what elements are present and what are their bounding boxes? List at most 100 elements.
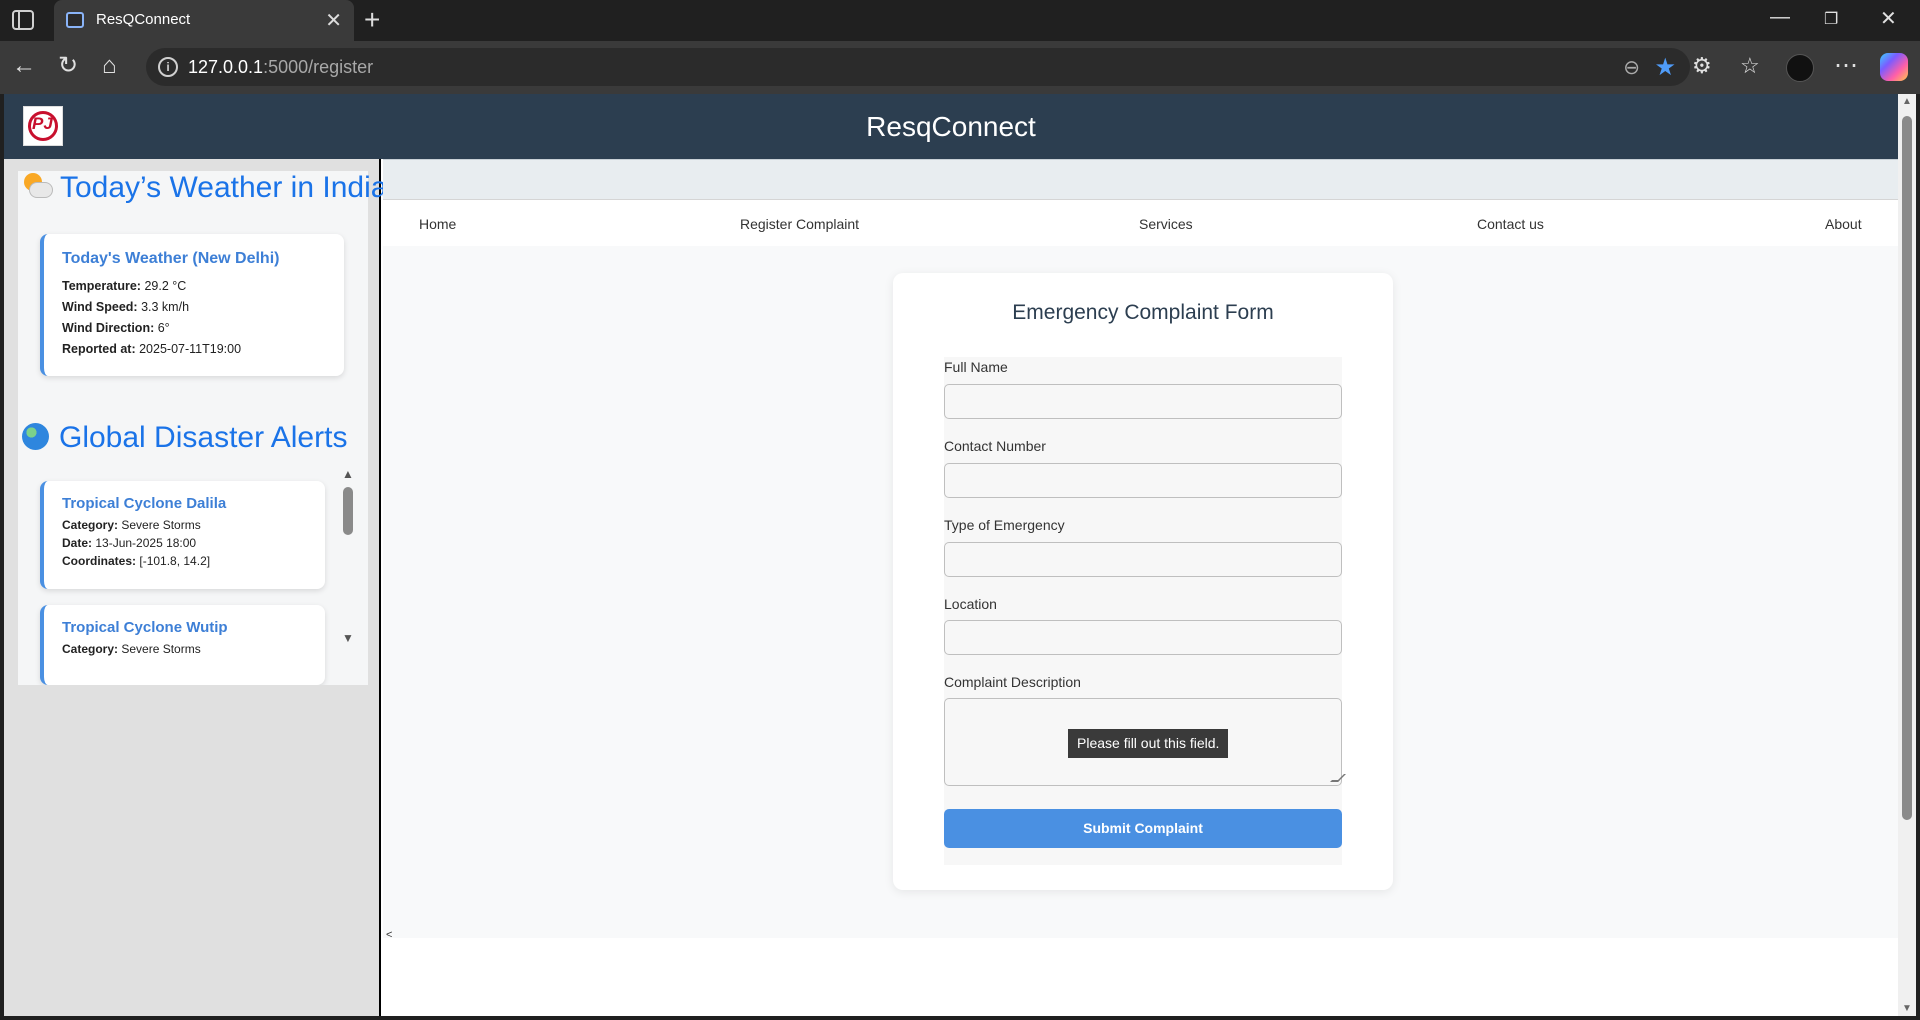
restore-icon[interactable]: ❐ (1824, 9, 1838, 29)
page-scroll-thumb[interactable] (1902, 116, 1912, 820)
alert-coordinates: Coordinates: [-101.8, 14.2] (62, 552, 307, 570)
site-info-icon[interactable]: i (158, 57, 178, 77)
site-header: PJ ResqConnect (4, 94, 1898, 159)
date-value: 13-Jun-2025 18:00 (95, 536, 197, 550)
terminal-favicon-icon (66, 12, 84, 28)
alert-card[interactable]: Tropical Cyclone Dalila Category: Severe… (40, 481, 325, 589)
full-name-label: Full Name (944, 359, 1008, 375)
favorite-star-icon[interactable]: ★ (1654, 53, 1676, 82)
full-name-input[interactable] (944, 384, 1342, 419)
alert-card[interactable]: Tropical Cyclone Wutip Category: Severe … (40, 605, 325, 685)
sun-cloud-icon (22, 173, 52, 199)
extensions-icon[interactable]: ⚙ (1692, 53, 1712, 79)
emergency-type-input[interactable] (944, 542, 1342, 577)
weather-wind-speed: Wind Speed: 3.3 km/h (62, 297, 326, 318)
weather-card-title: Today's Weather (New Delhi) (62, 250, 280, 267)
scroll-up-icon[interactable]: ▲ (342, 467, 354, 481)
alerts-heading-text: Global Disaster Alerts (59, 421, 348, 454)
url-host: 127.0.0.1 (188, 57, 264, 77)
nav-services[interactable]: Services (1139, 216, 1193, 232)
reported-at-label: Reported at: (62, 342, 136, 356)
browser-tab[interactable]: ResQConnect ✕ (54, 0, 354, 41)
nav-contact-us[interactable]: Contact us (1477, 216, 1544, 232)
weather-heading-text: Today’s Weather in India (60, 171, 388, 204)
copilot-icon[interactable] (1880, 53, 1908, 81)
location-input[interactable] (944, 620, 1342, 655)
web-page: PJ ResqConnect Today’s Weather in India … (4, 94, 1898, 1016)
temperature-label: Temperature: (62, 279, 141, 293)
emergency-type-label: Type of Emergency (944, 517, 1065, 533)
form-title: Emergency Complaint Form (1012, 301, 1274, 324)
weather-heading: Today’s Weather in India (22, 171, 387, 205)
nav-home[interactable]: Home (419, 216, 456, 232)
wind-speed-label: Wind Speed: (62, 300, 138, 314)
alert-category: Category: Severe Storms (62, 640, 307, 658)
complaint-form-card: Emergency Complaint Form Full Name Conta… (893, 273, 1393, 890)
weather-card: Today's Weather (New Delhi) Temperature:… (40, 234, 344, 376)
description-label: Complaint Description (944, 674, 1081, 690)
validation-tooltip: Please fill out this field. (1068, 729, 1229, 758)
new-tab-icon[interactable]: + (364, 4, 380, 36)
alerts-scrollbar[interactable]: ▲ ▼ (342, 467, 354, 647)
home-icon[interactable]: ⌂ (102, 53, 117, 79)
nav-register-complaint[interactable]: Register Complaint (740, 216, 859, 232)
wind-direction-value: 6° (157, 321, 170, 335)
refresh-icon[interactable]: ↻ (58, 53, 78, 79)
page-scroll-down-icon[interactable]: ▼ (1902, 1003, 1912, 1014)
nav-about[interactable]: About (1825, 216, 1862, 232)
category-label: Category: (62, 642, 119, 656)
resize-grip-icon[interactable] (1330, 774, 1346, 782)
zoom-out-icon[interactable]: ⊖ (1623, 55, 1640, 80)
alert-title: Tropical Cyclone Dalila (62, 495, 227, 512)
favorites-icon[interactable]: ☆ (1740, 53, 1760, 79)
scroll-down-icon[interactable]: ▼ (342, 631, 354, 645)
globe-icon (22, 423, 49, 450)
url-text[interactable]: 127.0.0.1:5000/register (188, 57, 373, 78)
category-label: Category: (62, 518, 119, 532)
back-icon[interactable]: ← (12, 53, 36, 79)
sidebar-toggle[interactable]: < (386, 929, 392, 941)
profile-avatar-icon[interactable] (1786, 54, 1814, 82)
complaint-form: Full Name Contact Number Type of Emergen… (944, 357, 1346, 865)
submit-complaint-button[interactable]: Submit Complaint (944, 809, 1342, 848)
alert-title: Tropical Cyclone Wutip (62, 619, 228, 636)
description-textarea[interactable]: Please fill out this field. (944, 698, 1346, 786)
coordinates-label: Coordinates: (62, 554, 137, 568)
tab-actions-icon[interactable] (12, 10, 34, 30)
tab-title: ResQConnect (96, 11, 191, 28)
alerts-scroll-thumb[interactable] (343, 487, 353, 535)
alert-date: Date: 13-Jun-2025 18:00 (62, 534, 307, 552)
url-bar[interactable]: i 127.0.0.1:5000/register ⊖ ★ (146, 48, 1690, 86)
close-window-icon[interactable]: ✕ (1880, 6, 1897, 31)
weather-section: Today’s Weather in India Today's Weather… (18, 171, 387, 421)
category-value: Severe Storms (121, 642, 201, 656)
minimize-icon[interactable]: — (1770, 6, 1790, 29)
contact-number-label: Contact Number (944, 438, 1046, 454)
coordinates-value: [-101.8, 14.2] (139, 554, 211, 568)
more-options-icon[interactable]: ⋯ (1834, 53, 1858, 79)
alerts-heading: Global Disaster Alerts (22, 421, 347, 455)
category-value: Severe Storms (121, 518, 201, 532)
location-label: Location (944, 596, 997, 612)
sub-header-bar (383, 159, 1898, 199)
sidebar: Today’s Weather in India Today's Weather… (4, 159, 387, 1016)
site-title: ResqConnect (866, 111, 1036, 142)
page-scroll-up-icon[interactable]: ▲ (1902, 96, 1912, 107)
weather-temperature: Temperature: 29.2 °C (62, 276, 326, 297)
page-scrollbar[interactable]: ▲ ▼ (1898, 94, 1916, 1016)
weather-reported-at: Reported at: 2025-07-11T19:00 (62, 339, 326, 360)
main-area: Home Register Complaint Services Contact… (383, 159, 1898, 1016)
reported-at-value: 2025-07-11T19:00 (139, 342, 242, 356)
address-bar-row: ← ↻ ⌂ i 127.0.0.1:5000/register ⊖ ★ ⚙ ☆ … (0, 41, 1920, 94)
close-tab-icon[interactable]: ✕ (325, 8, 342, 33)
url-path: :5000/register (263, 57, 374, 77)
browser-tabbar: ResQConnect ✕ + — ❐ ✕ (0, 0, 1920, 41)
content-area: Emergency Complaint Form Full Name Conta… (383, 246, 1898, 941)
main-nav: Home Register Complaint Services Contact… (383, 199, 1898, 246)
contact-number-input[interactable] (944, 463, 1342, 498)
date-label: Date: (62, 536, 93, 550)
weather-wind-direction: Wind Direction: 6° (62, 318, 326, 339)
alert-category: Category: Severe Storms (62, 516, 307, 534)
wind-direction-label: Wind Direction: (62, 321, 155, 335)
temperature-value: 29.2 °C (144, 279, 187, 293)
